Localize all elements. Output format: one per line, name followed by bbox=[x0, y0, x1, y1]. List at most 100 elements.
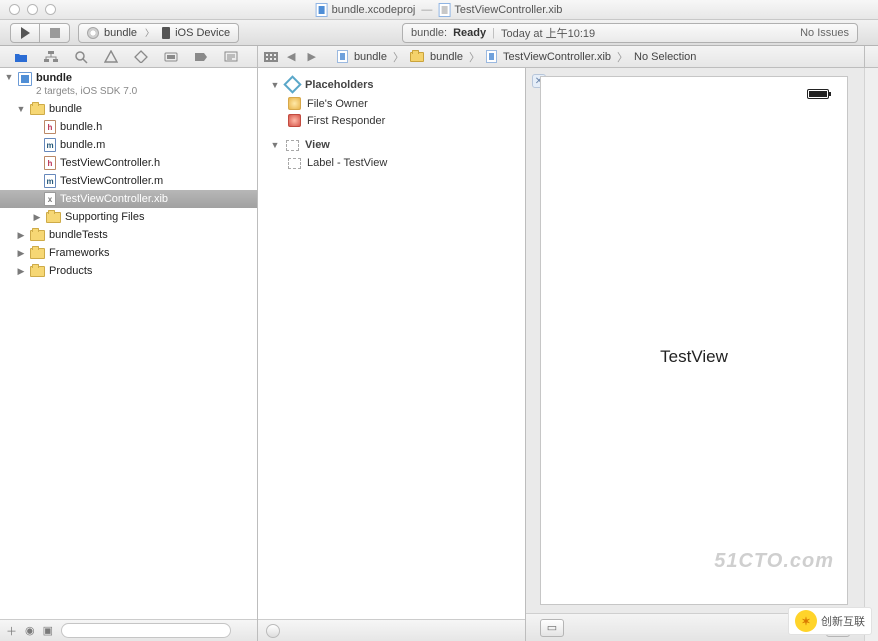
jump-item-2[interactable]: TestViewController.xib bbox=[503, 51, 611, 63]
disclosure-triangle-icon[interactable]: ▼ bbox=[4, 72, 14, 82]
play-icon bbox=[21, 27, 30, 39]
xcodeproj-icon bbox=[316, 3, 328, 17]
impl-file-icon: m bbox=[44, 174, 56, 188]
scheme-destination[interactable]: iOS Device bbox=[154, 27, 238, 39]
status-issues: No Issues bbox=[800, 27, 849, 39]
jump-item-3[interactable]: No Selection bbox=[634, 51, 696, 63]
outline-label-item[interactable]: Label - TestView bbox=[264, 155, 519, 171]
logo-text: 创新互联 bbox=[821, 613, 865, 629]
folder-icon bbox=[30, 230, 45, 241]
stop-icon bbox=[50, 28, 60, 38]
test-navigator-tab[interactable] bbox=[126, 46, 156, 68]
disclosure-triangle-icon[interactable]: ▼ bbox=[16, 104, 26, 114]
outline-filter-button[interactable] bbox=[266, 624, 280, 638]
scm-filter-icon[interactable]: ▣ bbox=[43, 624, 53, 637]
jump-item-0[interactable]: bundle bbox=[354, 51, 387, 63]
item-label: File's Owner bbox=[307, 98, 368, 110]
breakpoint-navigator-tab[interactable] bbox=[186, 46, 216, 68]
chevron-right-icon: 〉 bbox=[145, 26, 154, 39]
scheme-name: bundle bbox=[104, 27, 137, 39]
title-primary-file: bundle.xcodeproj bbox=[316, 3, 416, 17]
battery-icon bbox=[807, 89, 829, 99]
outline-body[interactable]: ▼ Placeholders File's Owner First Respon… bbox=[258, 68, 525, 619]
jump-item-1[interactable]: bundle bbox=[430, 51, 463, 63]
search-icon bbox=[74, 50, 88, 64]
project-tree[interactable]: ▼ bundle 2 targets, iOS SDK 7.0 ▼ bundle… bbox=[0, 68, 257, 619]
filter-field[interactable] bbox=[61, 623, 231, 638]
disclosure-triangle-icon[interactable]: ▼ bbox=[270, 80, 280, 90]
symbol-navigator-tab[interactable] bbox=[36, 46, 66, 68]
recent-filter-icon[interactable]: ◉ bbox=[25, 624, 35, 637]
disclosure-triangle-icon[interactable]: ▶ bbox=[16, 230, 26, 241]
tree-file-selected[interactable]: x TestViewController.xib bbox=[0, 190, 257, 208]
tree-label: TestViewController.xib bbox=[60, 193, 168, 205]
files-owner-icon bbox=[288, 97, 301, 110]
traffic-lights bbox=[0, 4, 56, 15]
source-logo: ✶ 创新互联 bbox=[788, 607, 872, 635]
minimize-window-button[interactable] bbox=[27, 4, 38, 15]
tree-folder-supporting[interactable]: ▶ Supporting Files bbox=[0, 208, 257, 226]
project-root[interactable]: ▼ bundle 2 targets, iOS SDK 7.0 bbox=[0, 70, 257, 100]
disclosure-triangle-icon[interactable]: ▶ bbox=[16, 248, 26, 259]
title-secondary-text: TestViewController.xib bbox=[454, 4, 562, 16]
canvas-label[interactable]: TestView bbox=[660, 347, 728, 367]
disclosure-triangle-icon[interactable]: ▼ bbox=[270, 140, 280, 150]
add-button[interactable]: ＋ bbox=[6, 623, 17, 639]
header-file-icon: h bbox=[44, 156, 56, 170]
navigator-bar: ◀ ▶ bundle 〉 bundle 〉 TestViewController… bbox=[0, 46, 878, 68]
tree-folder-products[interactable]: ▶ Products bbox=[0, 262, 257, 280]
tree-file[interactable]: m TestViewController.m bbox=[0, 172, 257, 190]
close-window-button[interactable] bbox=[9, 4, 20, 15]
back-button[interactable]: ◀ bbox=[284, 50, 298, 63]
simulated-view[interactable]: TestView bbox=[540, 76, 848, 605]
section-label: Placeholders bbox=[305, 79, 373, 91]
outline-first-responder[interactable]: First Responder bbox=[264, 112, 519, 129]
log-navigator-tab[interactable] bbox=[216, 46, 246, 68]
project-navigator: ▼ bundle 2 targets, iOS SDK 7.0 ▼ bundle… bbox=[0, 68, 258, 641]
project-navigator-tab[interactable] bbox=[6, 46, 36, 68]
project-name: bundle bbox=[36, 72, 137, 85]
zoom-window-button[interactable] bbox=[45, 4, 56, 15]
breakpoint-icon bbox=[194, 52, 208, 62]
related-items-icon[interactable] bbox=[264, 52, 278, 62]
disclosure-triangle-icon[interactable]: ▶ bbox=[16, 266, 26, 277]
xib-icon bbox=[438, 3, 450, 17]
folder-icon bbox=[14, 51, 28, 63]
outline-files-owner[interactable]: File's Owner bbox=[264, 95, 519, 112]
status-time: Today at 上午10:19 bbox=[501, 25, 595, 41]
scheme-selector[interactable]: bundle 〉 iOS Device bbox=[78, 23, 239, 43]
tree-folder-frameworks[interactable]: ▶ Frameworks bbox=[0, 244, 257, 262]
right-scroll-strip[interactable] bbox=[864, 68, 878, 641]
disclosure-triangle-icon[interactable]: ▶ bbox=[32, 212, 42, 223]
folder-icon bbox=[410, 52, 424, 62]
outline-section-placeholders[interactable]: ▼ Placeholders bbox=[270, 78, 519, 91]
canvas-body[interactable]: ✕ TestView 51CTO.com bbox=[526, 68, 864, 613]
outline-section-view[interactable]: ▼ View bbox=[270, 139, 519, 151]
navigator-selector bbox=[0, 46, 258, 67]
tree-file[interactable]: h TestViewController.h bbox=[0, 154, 257, 172]
debug-navigator-tab[interactable] bbox=[156, 46, 186, 68]
find-navigator-tab[interactable] bbox=[66, 46, 96, 68]
folder-icon bbox=[30, 104, 45, 115]
watermark-text: 51CTO.com bbox=[714, 550, 834, 573]
forward-button[interactable]: ▶ bbox=[304, 50, 318, 63]
tree-label: bundle.m bbox=[60, 139, 105, 151]
scheme-target[interactable]: bundle bbox=[79, 27, 145, 39]
jump-bar[interactable]: ◀ ▶ bundle 〉 bundle 〉 TestViewController… bbox=[258, 46, 864, 67]
tree-file[interactable]: h bundle.h bbox=[0, 118, 257, 136]
run-button[interactable] bbox=[10, 23, 40, 43]
tree-file[interactable]: m bundle.m bbox=[0, 136, 257, 154]
toolbar: bundle 〉 iOS Device bundle: Ready | Toda… bbox=[0, 20, 878, 46]
tree-label: Frameworks bbox=[49, 247, 110, 259]
window-title: bundle.xcodeproj — TestViewController.xi… bbox=[316, 3, 563, 17]
stop-button[interactable] bbox=[40, 23, 70, 43]
window-titlebar: bundle.xcodeproj — TestViewController.xi… bbox=[0, 0, 878, 20]
tree-label: Supporting Files bbox=[65, 211, 145, 223]
log-icon bbox=[224, 51, 238, 62]
issue-navigator-tab[interactable] bbox=[96, 46, 126, 68]
title-separator: — bbox=[421, 4, 432, 16]
tree-folder-bundle[interactable]: ▼ bundle bbox=[0, 100, 257, 118]
toggle-outline-button[interactable]: ▭ bbox=[540, 619, 564, 637]
view-icon bbox=[286, 140, 299, 151]
tree-folder-tests[interactable]: ▶ bundleTests bbox=[0, 226, 257, 244]
